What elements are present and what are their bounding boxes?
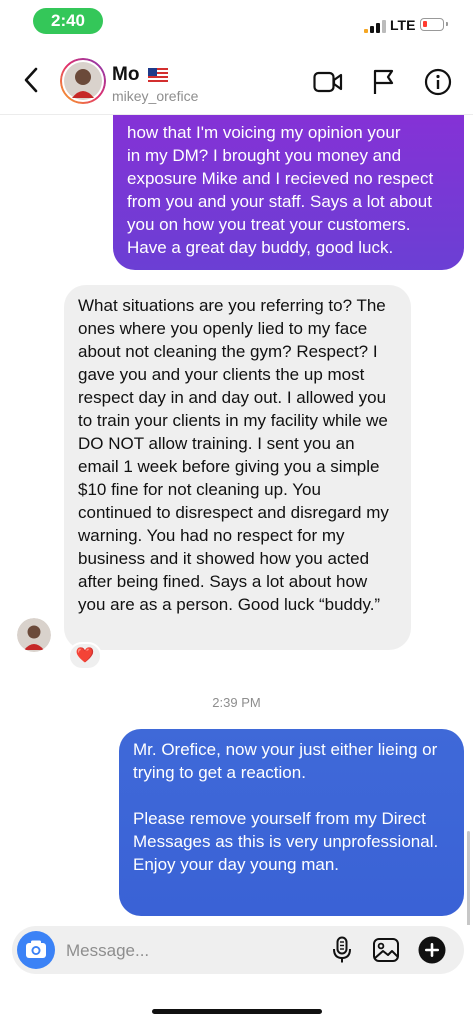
network-label: LTE (390, 17, 416, 33)
gallery-icon[interactable] (372, 936, 400, 964)
home-indicator[interactable] (152, 1009, 322, 1014)
signal-icon (364, 19, 386, 33)
message-input[interactable] (64, 932, 328, 970)
outgoing-message[interactable]: Mr. Orefice, now your just either lieing… (119, 729, 464, 916)
flag-icon[interactable] (371, 68, 395, 96)
scrollbar[interactable] (467, 831, 470, 925)
chat-header: Mo mikey_orefice (0, 44, 473, 115)
camera-icon (26, 940, 46, 958)
contact-username[interactable]: mikey_orefice (112, 88, 198, 104)
contact-name[interactable]: Mo (112, 64, 139, 86)
microphone-icon[interactable] (332, 936, 352, 964)
info-icon[interactable] (424, 68, 452, 96)
message-timestamp: 2:39 PM (212, 695, 261, 710)
message-thread[interactable]: how that I'm voicing my opinion your in … (0, 115, 473, 925)
plus-icon[interactable] (418, 936, 446, 964)
incoming-message[interactable]: What situations are you referring to? Th… (64, 285, 411, 650)
heart-reaction[interactable]: ❤️ (68, 642, 102, 670)
battery-icon (420, 18, 448, 31)
camera-button[interactable] (17, 931, 55, 969)
sender-avatar[interactable] (17, 618, 51, 652)
avatar[interactable] (60, 58, 106, 104)
status-time: 2:40 (33, 8, 103, 34)
back-chevron-icon[interactable] (20, 66, 44, 94)
us-flag-icon (148, 68, 168, 82)
outgoing-message[interactable]: how that I'm voicing my opinion your in … (113, 115, 464, 270)
status-bar: 2:40 LTE (0, 0, 473, 44)
video-call-icon[interactable] (313, 70, 343, 94)
message-composer (12, 926, 464, 974)
